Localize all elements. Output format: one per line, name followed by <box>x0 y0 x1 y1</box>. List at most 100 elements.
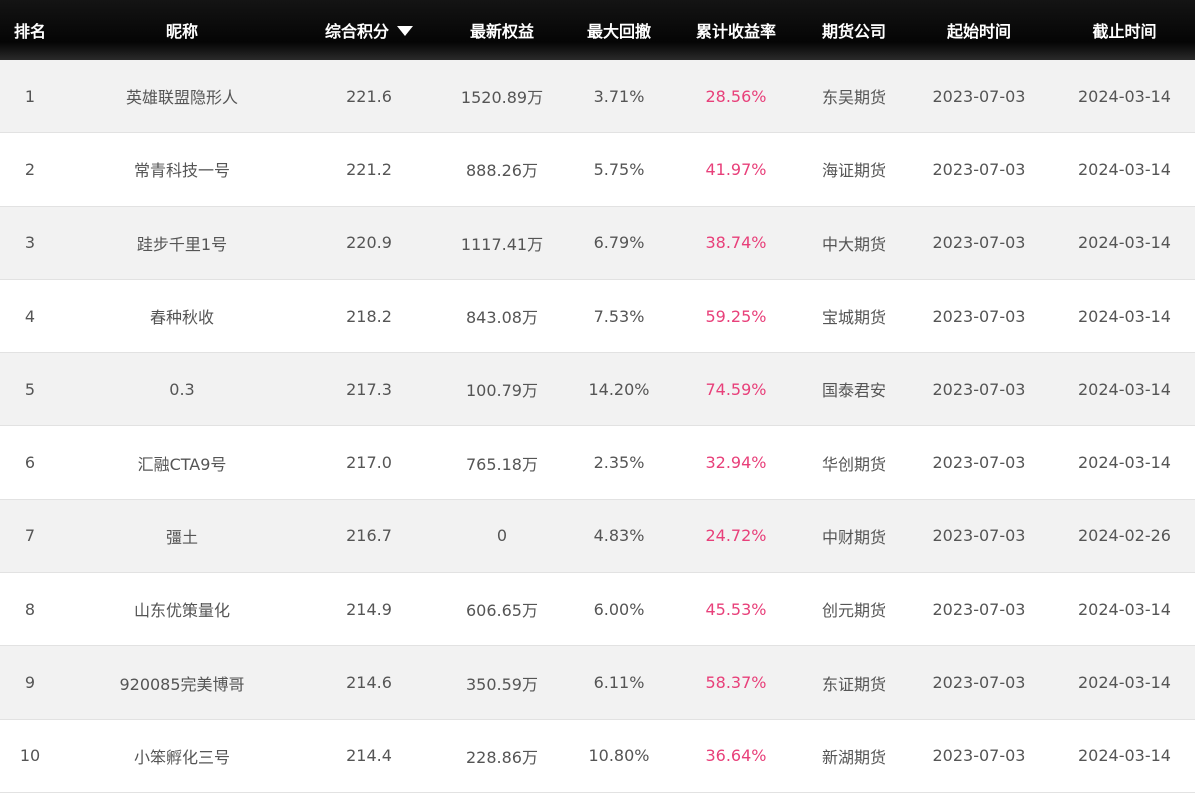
header-return: 累计收益率 <box>695 22 776 41</box>
cell-rank: 4 <box>24 306 36 326</box>
header-name: 昵称 <box>165 22 198 41</box>
cell-score: 221.6 <box>346 86 392 106</box>
cell-name[interactable]: 彊土 <box>60 524 304 548</box>
ranking-table: 排名 昵称 综合积分 最新权益 最大回撤 累计收益率 期货公司 起始时间 截止时… <box>0 0 1195 793</box>
cell-drawdown: 14.20% <box>588 379 650 399</box>
table-row: 4 春种秋收 218.2 843.08万 7.53% 59.25% 宝城期货 2… <box>0 279 1195 354</box>
cell-start: 2023-07-03 <box>932 526 1026 546</box>
cell-drawdown: 4.83% <box>593 526 645 546</box>
cell-rank: 5 <box>24 379 36 399</box>
cell-start: 2023-07-03 <box>932 453 1026 473</box>
cell-return: 36.64% <box>705 746 767 766</box>
cell-drawdown: 10.80% <box>588 746 650 766</box>
cell-name[interactable]: 小笨孵化三号 <box>60 744 304 768</box>
cell-company: 中大期货 <box>821 234 886 254</box>
cell-return: 38.74% <box>705 233 767 253</box>
cell-name[interactable]: 汇融CTA9号 <box>60 451 304 475</box>
cell-drawdown: 7.53% <box>593 306 645 326</box>
table-row: 5 0.3 217.3 100.79万 14.20% 74.59% 国泰君安 2… <box>0 353 1195 427</box>
cell-name[interactable]: 920085完美博哥 <box>60 671 304 695</box>
cell-name[interactable]: 春种秋收 <box>60 304 304 328</box>
header-start: 起始时间 <box>946 22 1011 41</box>
cell-score: 214.9 <box>346 599 392 619</box>
header-score-label: 综合积分 <box>324 22 389 41</box>
header-company: 期货公司 <box>821 22 886 41</box>
cell-equity: 606.65万 <box>466 601 538 621</box>
cell-company: 东证期货 <box>821 674 886 694</box>
header-rank: 排名 <box>13 22 46 41</box>
cell-rank: 8 <box>24 599 36 619</box>
cell-end: 2024-03-14 <box>1078 159 1171 179</box>
table-row: 7 彊土 216.7 0 4.83% 24.72% 中财期货 2023-07-0… <box>0 499 1195 574</box>
cell-score: 214.6 <box>346 673 392 693</box>
cell-start: 2023-07-03 <box>932 599 1026 619</box>
cell-start: 2023-07-03 <box>932 233 1026 253</box>
cell-end: 2024-02-26 <box>1078 526 1171 546</box>
cell-drawdown: 6.00% <box>593 599 645 619</box>
cell-start: 2023-07-03 <box>932 746 1026 766</box>
cell-company: 东吴期货 <box>821 88 886 108</box>
cell-company: 新湖期货 <box>821 747 886 767</box>
cell-start: 2023-07-03 <box>932 379 1026 399</box>
cell-end: 2024-03-14 <box>1078 453 1171 473</box>
cell-return: 58.37% <box>705 673 767 693</box>
header-equity: 最新权益 <box>469 22 534 41</box>
table-row: 10 小笨孵化三号 214.4 228.86万 10.80% 36.64% 新湖… <box>0 719 1195 793</box>
cell-return: 45.53% <box>705 599 767 619</box>
cell-rank: 1 <box>24 86 36 106</box>
cell-name[interactable]: 跬步千里1号 <box>60 231 304 255</box>
cell-drawdown: 3.71% <box>593 86 645 106</box>
cell-name[interactable]: 山东优策量化 <box>60 597 304 621</box>
cell-equity: 765.18万 <box>466 454 538 474</box>
cell-score: 218.2 <box>346 306 392 326</box>
cell-company: 海证期货 <box>821 161 886 181</box>
cell-return: 24.72% <box>705 526 767 546</box>
cell-equity: 228.86万 <box>466 747 538 767</box>
cell-name[interactable]: 常青科技一号 <box>60 157 304 181</box>
table-row: 8 山东优策量化 214.9 606.65万 6.00% 45.53% 创元期货… <box>0 573 1195 647</box>
cell-rank: 10 <box>19 746 41 766</box>
header-end: 截止时间 <box>1092 22 1157 41</box>
table-row: 2 常青科技一号 221.2 888.26万 5.75% 41.97% 海证期货… <box>0 133 1195 207</box>
cell-end: 2024-03-14 <box>1078 86 1171 106</box>
cell-rank: 2 <box>24 159 36 179</box>
table-row: 3 跬步千里1号 220.9 1117.41万 6.79% 38.74% 中大期… <box>0 206 1195 280</box>
table-row: 6 汇融CTA9号 217.0 765.18万 2.35% 32.94% 华创期… <box>0 426 1195 500</box>
cell-equity: 0 <box>496 526 508 546</box>
table-row: 9 920085完美博哥 214.6 350.59万 6.11% 58.37% … <box>0 646 1195 720</box>
cell-return: 28.56% <box>705 86 767 106</box>
cell-score: 217.3 <box>346 379 392 399</box>
cell-drawdown: 6.79% <box>593 233 645 253</box>
cell-rank: 9 <box>24 673 36 693</box>
cell-return: 41.97% <box>705 159 767 179</box>
cell-return: 74.59% <box>705 379 767 399</box>
header-score-sort[interactable]: 综合积分 <box>304 18 434 42</box>
cell-equity: 888.26万 <box>466 161 538 181</box>
cell-score: 220.9 <box>346 233 392 253</box>
cell-end: 2024-03-14 <box>1078 673 1171 693</box>
cell-drawdown: 5.75% <box>593 159 645 179</box>
cell-rank: 7 <box>24 526 36 546</box>
cell-equity: 350.59万 <box>466 674 538 694</box>
cell-company: 华创期货 <box>821 454 886 474</box>
cell-name[interactable]: 英雄联盟隐形人 <box>60 84 304 108</box>
cell-company: 宝城期货 <box>821 308 886 328</box>
cell-start: 2023-07-03 <box>932 306 1026 326</box>
cell-start: 2023-07-03 <box>932 159 1026 179</box>
cell-start: 2023-07-03 <box>932 86 1026 106</box>
cell-drawdown: 2.35% <box>593 453 645 473</box>
cell-rank: 3 <box>24 233 36 253</box>
cell-name[interactable]: 0.3 <box>60 380 304 399</box>
cell-end: 2024-03-14 <box>1078 599 1171 619</box>
cell-equity: 843.08万 <box>466 308 538 328</box>
cell-company: 创元期货 <box>821 601 886 621</box>
table-row: 1 英雄联盟隐形人 221.6 1520.89万 3.71% 28.56% 东吴… <box>0 60 1195 134</box>
cell-equity: 1117.41万 <box>460 234 544 254</box>
cell-company: 国泰君安 <box>821 381 886 401</box>
header-drawdown: 最大回撤 <box>586 22 651 41</box>
cell-end: 2024-03-14 <box>1078 746 1171 766</box>
cell-score: 216.7 <box>346 526 392 546</box>
cell-score: 221.2 <box>346 159 392 179</box>
table-header: 排名 昵称 综合积分 最新权益 最大回撤 累计收益率 期货公司 起始时间 截止时… <box>0 0 1195 60</box>
cell-company: 中财期货 <box>821 527 886 547</box>
